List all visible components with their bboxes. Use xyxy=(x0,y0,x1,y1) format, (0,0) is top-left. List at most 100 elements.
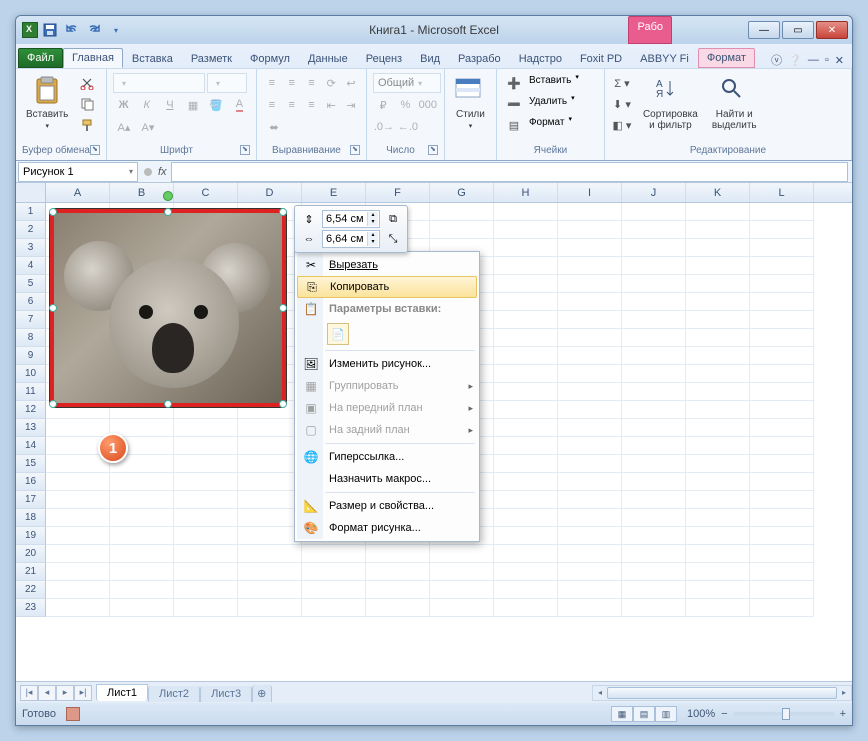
cell[interactable] xyxy=(750,563,814,581)
cell[interactable] xyxy=(494,293,558,311)
font-color-icon[interactable]: A xyxy=(229,95,250,115)
inc-decimal-icon[interactable]: .0→ xyxy=(373,117,395,137)
merge-icon[interactable]: ⬌ xyxy=(263,117,285,137)
row-header[interactable]: 11 xyxy=(16,383,46,401)
select-all-corner[interactable] xyxy=(16,183,46,202)
cell[interactable] xyxy=(494,437,558,455)
cell[interactable] xyxy=(46,509,110,527)
cell[interactable] xyxy=(110,509,174,527)
cell[interactable] xyxy=(750,275,814,293)
cell[interactable] xyxy=(558,347,622,365)
fill-icon[interactable]: ⬇ ▾ xyxy=(611,94,633,114)
font-name-combo[interactable]: ▾ xyxy=(113,73,205,93)
cell[interactable] xyxy=(174,509,238,527)
cell[interactable] xyxy=(750,491,814,509)
row-header[interactable]: 7 xyxy=(16,311,46,329)
cell[interactable] xyxy=(558,599,622,617)
wrap-text-icon[interactable]: ↩ xyxy=(342,73,360,93)
fill-color-icon[interactable]: 🪣 xyxy=(206,95,227,115)
menu-size-props[interactable]: 📐Размер и свойства... xyxy=(297,495,477,517)
row-header[interactable]: 3 xyxy=(16,239,46,257)
row-header[interactable]: 1 xyxy=(16,203,46,221)
cut-icon[interactable] xyxy=(76,73,98,93)
cell[interactable] xyxy=(686,293,750,311)
copy-icon[interactable] xyxy=(76,94,98,114)
qat-redo-icon[interactable] xyxy=(84,20,104,40)
cell[interactable] xyxy=(302,581,366,599)
column-header[interactable]: C xyxy=(174,183,238,202)
row-header[interactable]: 16 xyxy=(16,473,46,491)
column-header[interactable]: E xyxy=(302,183,366,202)
cell[interactable] xyxy=(622,239,686,257)
row-header[interactable]: 13 xyxy=(16,419,46,437)
tab-developer[interactable]: Разрабо xyxy=(449,49,510,68)
crop-icon[interactable]: ⧉ xyxy=(384,210,402,228)
align-center-icon[interactable]: ≡ xyxy=(283,95,301,115)
cell[interactable] xyxy=(494,527,558,545)
cell[interactable] xyxy=(750,527,814,545)
cell[interactable] xyxy=(558,563,622,581)
zoom-in-icon[interactable]: + xyxy=(840,708,846,720)
cell[interactable] xyxy=(558,581,622,599)
cell[interactable] xyxy=(494,221,558,239)
cell[interactable] xyxy=(622,527,686,545)
align-left-icon[interactable]: ≡ xyxy=(263,95,281,115)
cell[interactable] xyxy=(238,473,302,491)
cell[interactable] xyxy=(750,419,814,437)
cell[interactable] xyxy=(622,275,686,293)
horizontal-scrollbar[interactable]: ◂▸ xyxy=(592,685,852,701)
cell[interactable] xyxy=(686,365,750,383)
column-header[interactable]: A xyxy=(46,183,110,202)
cell[interactable] xyxy=(622,545,686,563)
sheet-nav-last-icon[interactable]: ▸| xyxy=(74,685,92,701)
cell[interactable] xyxy=(750,473,814,491)
row-header[interactable]: 20 xyxy=(16,545,46,563)
tab-layout[interactable]: Разметк xyxy=(182,49,241,68)
cell[interactable] xyxy=(174,491,238,509)
cell[interactable] xyxy=(686,419,750,437)
cell[interactable] xyxy=(238,509,302,527)
cell[interactable] xyxy=(686,563,750,581)
cell[interactable] xyxy=(494,275,558,293)
cell[interactable] xyxy=(558,509,622,527)
cell[interactable] xyxy=(494,545,558,563)
formula-input[interactable] xyxy=(171,162,848,182)
currency-icon[interactable]: ₽ xyxy=(373,95,393,115)
tab-data[interactable]: Данные xyxy=(299,49,357,68)
help-icon[interactable]: ❔ xyxy=(788,54,802,67)
cell[interactable] xyxy=(110,599,174,617)
cell[interactable] xyxy=(558,527,622,545)
macro-record-icon[interactable] xyxy=(66,707,80,721)
cell[interactable] xyxy=(46,563,110,581)
cell[interactable] xyxy=(238,581,302,599)
row-header[interactable]: 12 xyxy=(16,401,46,419)
row-header[interactable]: 21 xyxy=(16,563,46,581)
bold-icon[interactable]: Ж xyxy=(113,95,134,115)
cell[interactable] xyxy=(558,275,622,293)
cell[interactable] xyxy=(558,491,622,509)
cell[interactable] xyxy=(622,581,686,599)
cell[interactable] xyxy=(174,581,238,599)
cell[interactable] xyxy=(430,545,494,563)
sheet-nav-first-icon[interactable]: |◂ xyxy=(20,685,38,701)
grow-font-icon[interactable]: A▴ xyxy=(113,117,135,137)
cell[interactable] xyxy=(238,563,302,581)
cell[interactable] xyxy=(494,239,558,257)
cell[interactable] xyxy=(46,419,110,437)
cell[interactable] xyxy=(622,509,686,527)
cell[interactable] xyxy=(686,545,750,563)
tab-home[interactable]: Главная xyxy=(63,48,123,68)
mdi-restore-icon[interactable]: ▫ xyxy=(825,54,829,66)
row-header[interactable]: 5 xyxy=(16,275,46,293)
delete-cell-icon[interactable]: ➖ xyxy=(503,94,525,114)
cancel-formula-icon[interactable] xyxy=(144,168,152,176)
cell[interactable] xyxy=(750,455,814,473)
minimize-ribbon-icon[interactable]: ⓥ xyxy=(771,52,782,68)
resize-handle-s[interactable] xyxy=(164,400,172,408)
row-header[interactable]: 18 xyxy=(16,509,46,527)
row-header[interactable]: 17 xyxy=(16,491,46,509)
cell[interactable] xyxy=(430,599,494,617)
cell[interactable] xyxy=(622,329,686,347)
cell[interactable] xyxy=(686,239,750,257)
cell[interactable] xyxy=(494,365,558,383)
